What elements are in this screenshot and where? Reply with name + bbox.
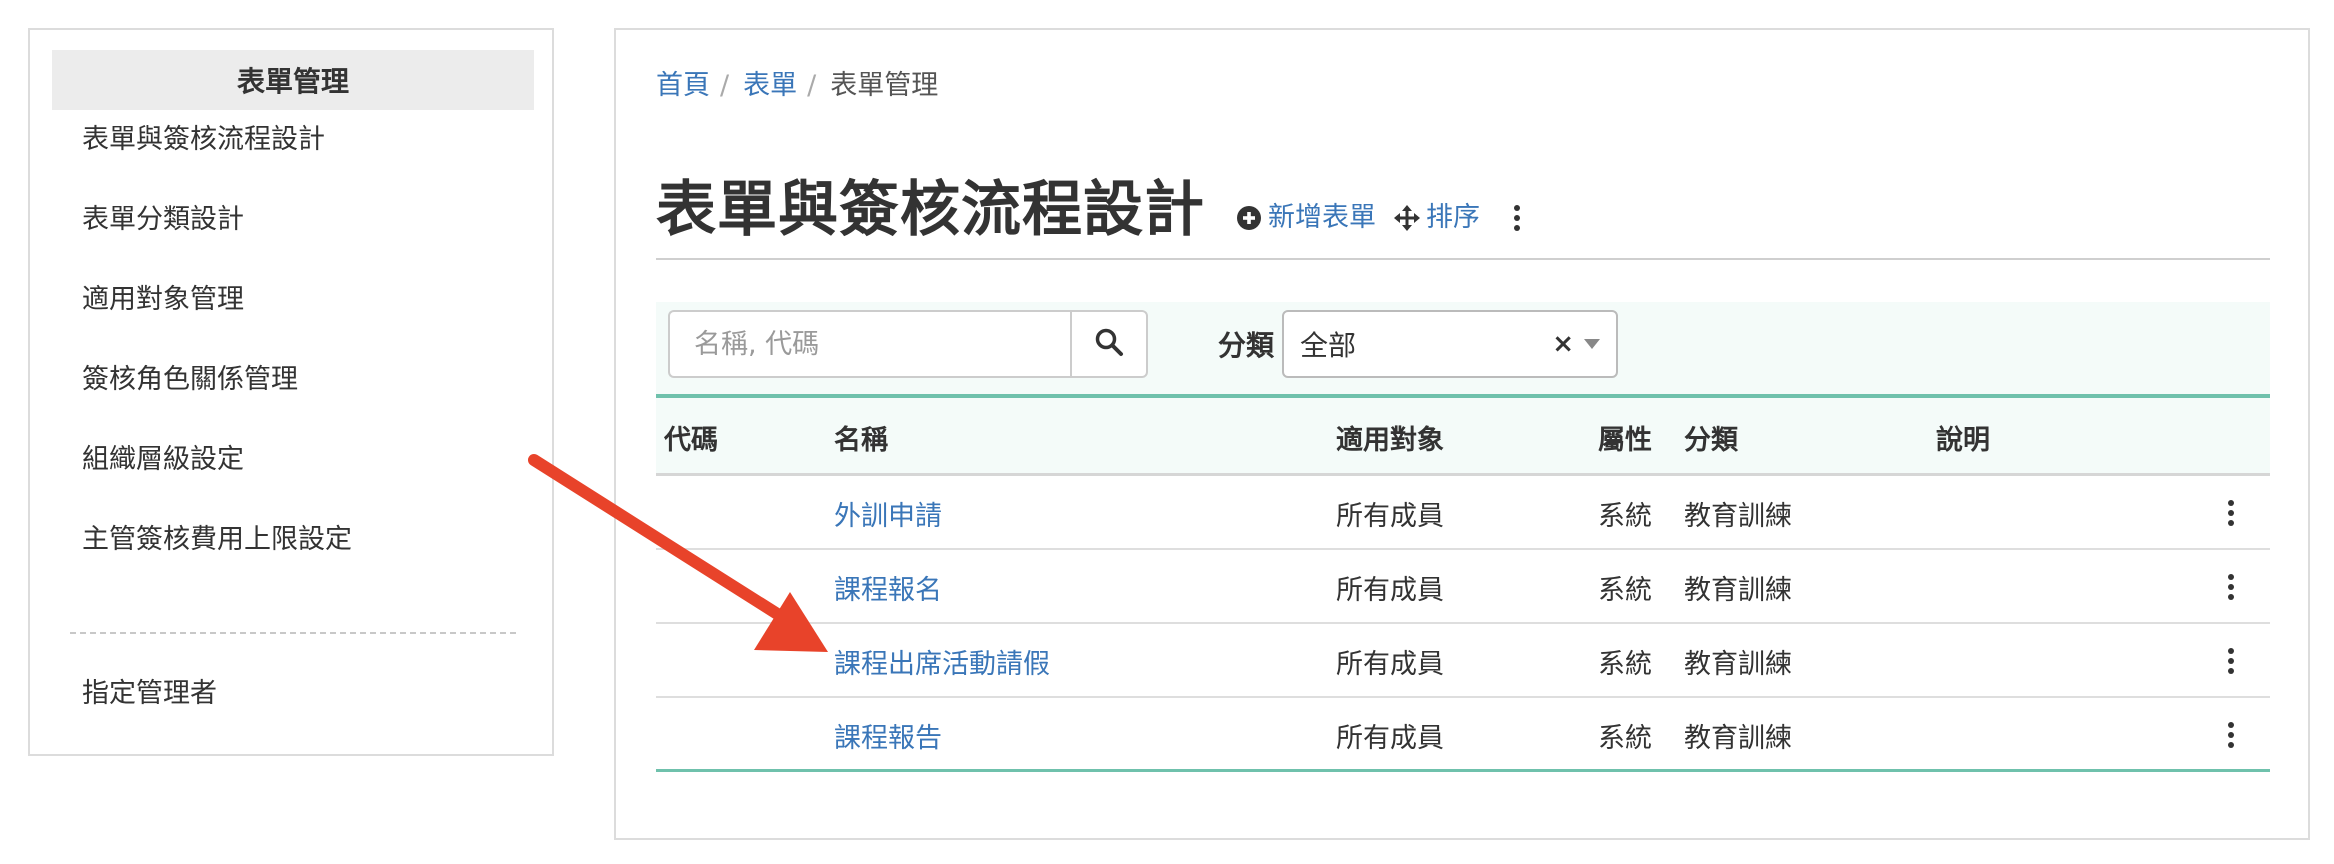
sidebar-item-org-level-settings[interactable]: 組織層級設定: [82, 440, 244, 480]
row-more-menu-icon[interactable]: [2216, 624, 2246, 698]
plus-circle-icon: [1236, 205, 1262, 231]
column-header-description: 說明: [1936, 424, 1990, 456]
cell-category: 教育訓練: [1684, 648, 1792, 680]
column-header-target: 適用對象: [1336, 424, 1444, 456]
add-form-label: 新增表單: [1268, 202, 1376, 233]
search-group: [668, 310, 1148, 378]
title-divider: [656, 258, 2270, 260]
sort-label: 排序: [1426, 202, 1480, 233]
category-selected-value: 全部: [1300, 329, 1357, 362]
table-row: 課程報告 所有成員 系統 教育訓練: [656, 698, 2270, 772]
form-name-link[interactable]: 外訓申請: [834, 476, 942, 550]
magnifier-icon: [1094, 327, 1124, 361]
sidebar-item-approval-role-management[interactable]: 簽核角色關係管理: [82, 360, 298, 400]
form-name-link[interactable]: 課程報名: [834, 550, 942, 624]
table-header: 代碼 名稱 適用對象 屬性 分類 說明: [656, 398, 2270, 476]
breadcrumb-home-link[interactable]: 首頁: [656, 66, 710, 106]
sidebar-item-form-workflow-design[interactable]: 表單與簽核流程設計: [82, 120, 325, 160]
search-button[interactable]: [1070, 310, 1148, 378]
column-header-category: 分類: [1684, 424, 1738, 456]
table-row: 課程報名 所有成員 系統 教育訓練: [656, 550, 2270, 624]
category-select[interactable]: 全部 ×: [1282, 310, 1618, 378]
sidebar: 表單管理 表單與簽核流程設計 表單分類設計 適用對象管理 簽核角色關係管理 組織…: [28, 28, 554, 756]
cell-category: 教育訓練: [1684, 500, 1792, 532]
form-name-link[interactable]: 課程出席活動請假: [834, 624, 1050, 698]
row-more-menu-icon[interactable]: [2216, 550, 2246, 624]
move-arrows-icon: [1394, 205, 1420, 231]
filter-bar: 分類 全部 ×: [656, 302, 2270, 398]
cell-attribute: 系統: [1598, 722, 1652, 754]
cell-category: 教育訓練: [1684, 574, 1792, 606]
category-label: 分類: [1218, 329, 1275, 362]
cell-target: 所有成員: [1336, 648, 1444, 680]
sidebar-item-form-category-design[interactable]: 表單分類設計: [82, 200, 244, 240]
page-more-menu-icon[interactable]: [1512, 204, 1522, 232]
title-actions: 新增表單 排序: [1236, 198, 1522, 238]
cell-attribute: 系統: [1598, 648, 1652, 680]
forms-table: 代碼 名稱 適用對象 屬性 分類 說明 外訓申請 所有成員 系統 教育訓練 課程…: [656, 398, 2270, 772]
page-title: 表單與簽核流程設計: [656, 175, 1205, 245]
cell-target: 所有成員: [1336, 574, 1444, 606]
cell-category: 教育訓練: [1684, 722, 1792, 754]
cell-target: 所有成員: [1336, 500, 1444, 532]
sidebar-item-expense-limit-settings[interactable]: 主管簽核費用上限設定: [82, 520, 352, 560]
chevron-down-icon: [1584, 339, 1600, 349]
search-input[interactable]: [668, 310, 1071, 378]
sidebar-item-assign-admin[interactable]: 指定管理者: [82, 674, 217, 714]
main-panel: 首頁 / 表單 / 表單管理 表單與簽核流程設計 新增表單 排序 名稱, 代碼 …: [614, 28, 2310, 840]
breadcrumb-separator: /: [720, 70, 730, 101]
breadcrumb-current: 表單管理: [830, 70, 939, 101]
row-more-menu-icon[interactable]: [2216, 698, 2246, 772]
sort-button[interactable]: 排序: [1394, 198, 1480, 238]
add-form-button[interactable]: 新增表單: [1236, 198, 1376, 238]
cell-attribute: 系統: [1598, 500, 1652, 532]
cell-target: 所有成員: [1336, 722, 1444, 754]
column-header-name: 名稱: [834, 424, 888, 456]
cell-attribute: 系統: [1598, 574, 1652, 606]
breadcrumb-forms-link[interactable]: 表單: [743, 66, 797, 106]
row-more-menu-icon[interactable]: [2216, 476, 2246, 550]
sidebar-header: 表單管理: [52, 50, 534, 110]
form-name-link[interactable]: 課程報告: [834, 698, 942, 772]
breadcrumb: 首頁 / 表單 / 表單管理: [656, 66, 938, 106]
column-header-code: 代碼: [664, 424, 718, 456]
sidebar-divider: [70, 632, 516, 634]
column-header-attribute: 屬性: [1598, 424, 1652, 456]
breadcrumb-separator: /: [807, 70, 817, 101]
sidebar-item-target-management[interactable]: 適用對象管理: [82, 280, 244, 320]
table-row: 外訓申請 所有成員 系統 教育訓練: [656, 476, 2270, 550]
table-row: 課程出席活動請假 所有成員 系統 教育訓練: [656, 624, 2270, 698]
clear-selection-icon[interactable]: ×: [1552, 329, 1574, 359]
